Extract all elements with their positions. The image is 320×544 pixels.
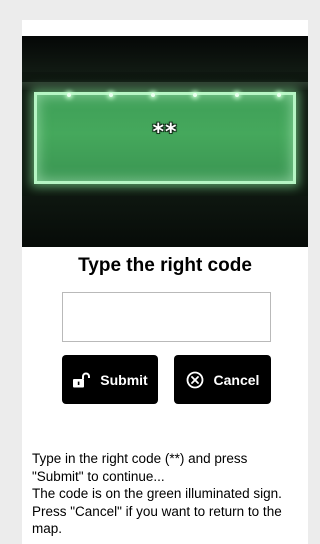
code-input[interactable] <box>62 292 271 342</box>
sign-code: ** <box>152 120 178 145</box>
sign-photo: ** <box>22 36 308 247</box>
mount-rail <box>22 82 308 90</box>
ceiling-band <box>22 36 308 72</box>
cancel-button[interactable]: Cancel <box>174 355 271 404</box>
green-illuminated-sign: ** <box>34 92 296 184</box>
instruction-line: Type in the right code (**) and press "S… <box>32 451 248 484</box>
instructions: Type in the right code (**) and press "S… <box>32 450 302 538</box>
led-light <box>67 93 71 97</box>
cancel-circle-icon <box>186 371 204 389</box>
led-light <box>277 93 281 97</box>
instruction-line: Press "Cancel" if you want to return to … <box>32 503 282 537</box>
floor-shadow <box>22 196 308 247</box>
submit-button[interactable]: Submit <box>62 355 158 404</box>
led-light <box>151 93 155 97</box>
code-card: ** Type the right code Submit Cancel Typ… <box>22 20 308 544</box>
unlock-icon <box>72 372 91 388</box>
submit-label: Submit <box>100 371 148 388</box>
cancel-label: Cancel <box>213 371 260 388</box>
page-title: Type the right code <box>78 255 252 276</box>
led-light <box>235 93 239 97</box>
instruction-line: The code is on the green illuminated sig… <box>32 486 282 501</box>
led-light <box>193 93 197 97</box>
led-light <box>109 93 113 97</box>
